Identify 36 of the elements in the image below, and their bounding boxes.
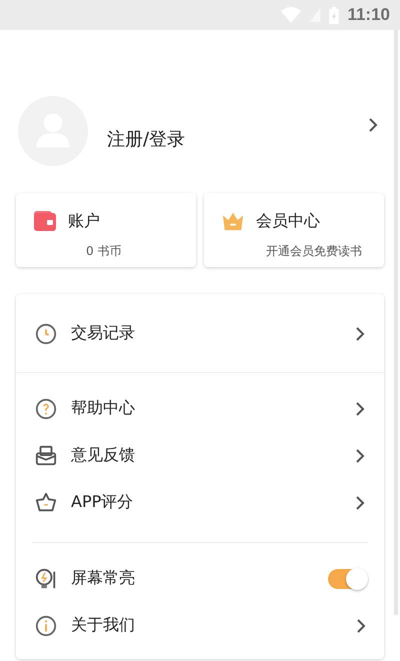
toggle-switch[interactable] (328, 568, 366, 588)
card-subtitle: 开通会员免费读书 (266, 243, 362, 260)
menu-item[interactable]: 交易记录 (16, 310, 384, 357)
help-icon (35, 398, 57, 420)
wallet-icon (34, 211, 56, 231)
login-row[interactable]: 注册/登录 (18, 96, 384, 166)
bulb-icon (35, 568, 57, 590)
card-subtitle: 0 书币 (86, 243, 122, 260)
menu-item[interactable]: APP评分 (16, 479, 384, 526)
menu-item[interactable]: 意见反馈 (16, 432, 384, 479)
menu-label: 交易记录 (71, 323, 136, 344)
menu-label: 屏幕常亮 (71, 568, 136, 589)
chevron-icon (356, 618, 366, 634)
status-time: 11:10 (347, 5, 390, 25)
menu-label: 帮助中心 (71, 398, 136, 419)
clock-icon (35, 322, 57, 344)
crown-icon (222, 211, 244, 231)
card-title: 会员中心 (256, 210, 320, 232)
chevron-icon (368, 117, 378, 133)
menu-label: APP评分 (71, 492, 134, 513)
menu-label: 意见反馈 (71, 445, 136, 466)
menu-label: 关于我们 (71, 615, 136, 636)
chevron-icon (355, 326, 365, 342)
chevron-icon (355, 494, 365, 510)
menu-item[interactable]: 屏幕常亮 (32, 555, 368, 602)
menu-item[interactable]: 关于我们 (32, 602, 368, 649)
mail-icon (35, 444, 57, 466)
card-title: 账户 (68, 210, 100, 232)
menu-item[interactable]: 帮助中心 (16, 385, 384, 432)
account-card[interactable]: 账户 0 书币 (16, 193, 196, 267)
account-card[interactable]: 会员中心 开通会员免费读书 (204, 193, 384, 267)
battery-icon (329, 6, 340, 24)
info-icon (35, 614, 57, 636)
chevron-icon (355, 448, 365, 464)
login-label: 注册/登录 (107, 128, 186, 151)
chevron-icon (355, 400, 365, 416)
